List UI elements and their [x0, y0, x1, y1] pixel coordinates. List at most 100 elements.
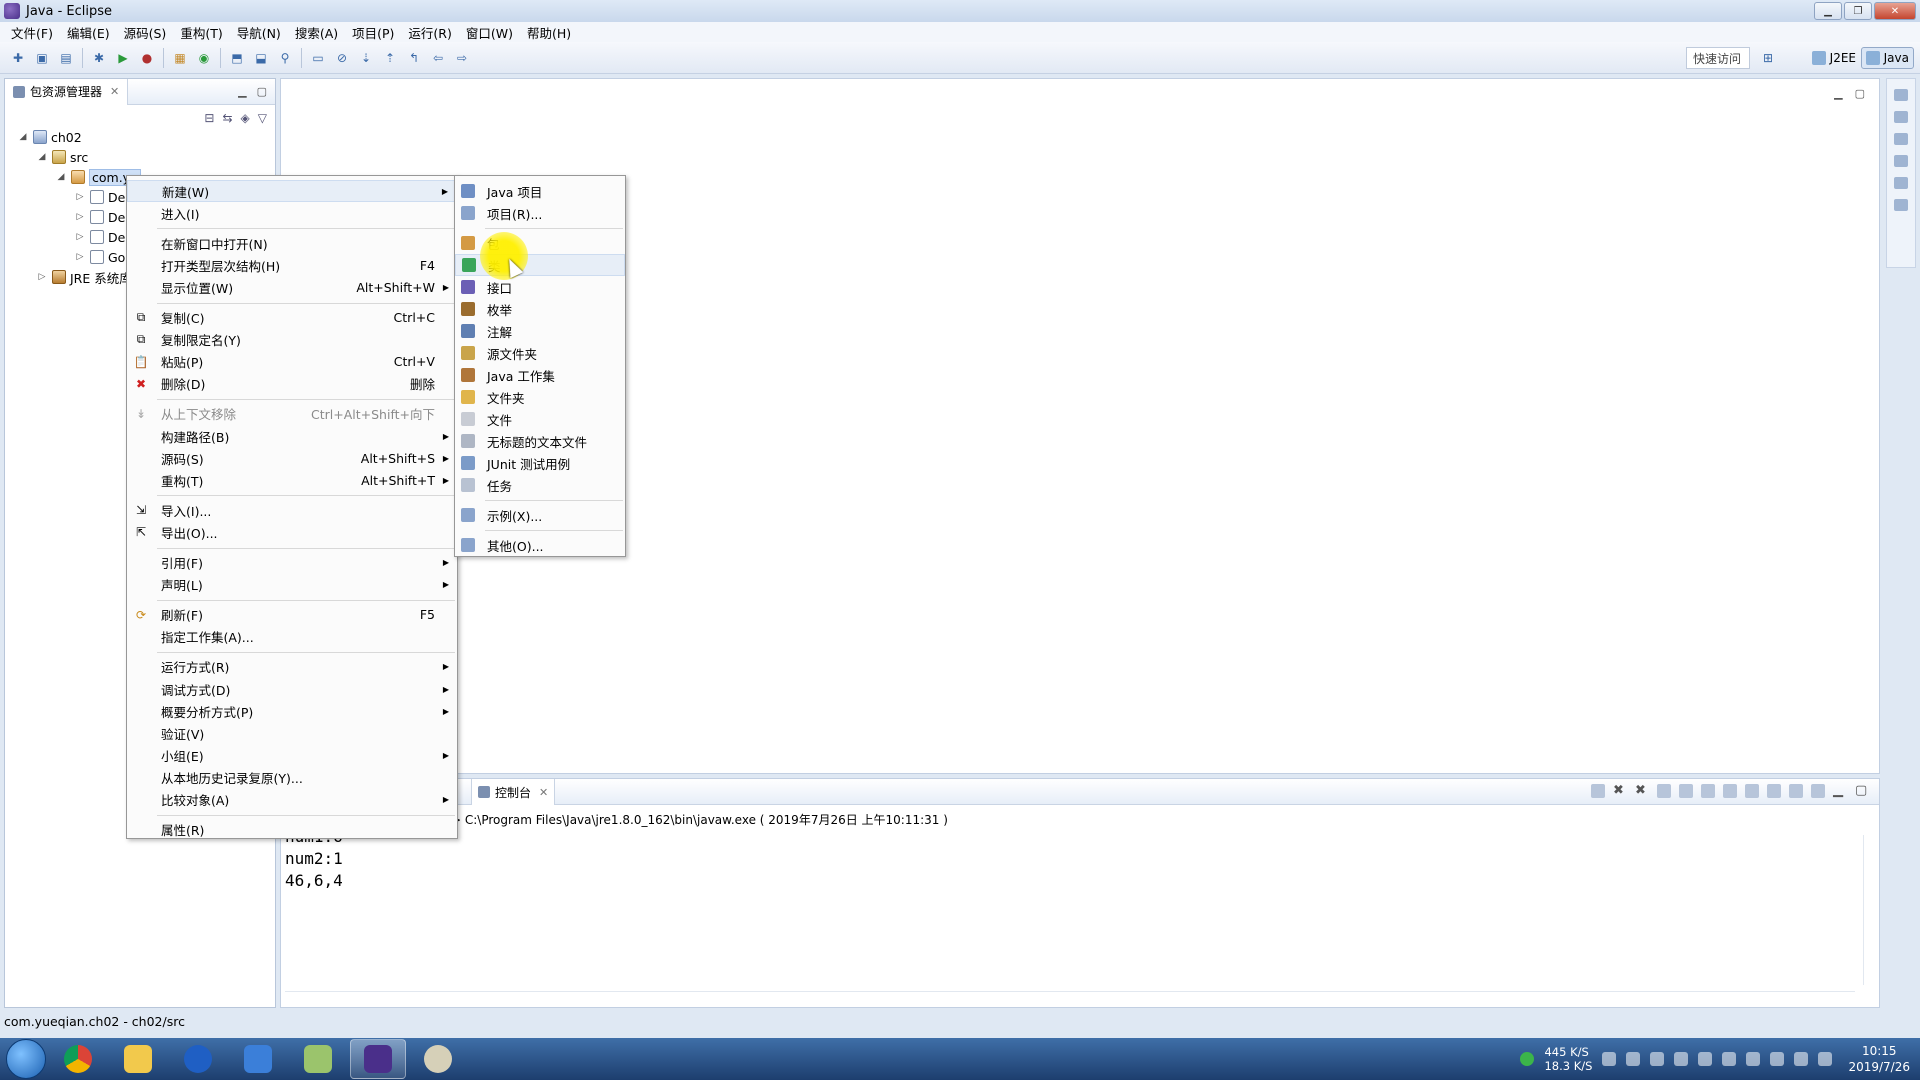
forward-icon[interactable]: ⇨	[453, 49, 471, 67]
toggle-view-icon[interactable]: ▭	[309, 49, 327, 67]
menu-item[interactable]: 类	[455, 254, 625, 276]
wps-taskbar-button[interactable]	[230, 1039, 286, 1079]
external-tools-icon[interactable]: ●	[138, 49, 156, 67]
perspective-j2ee[interactable]: J2EE	[1808, 47, 1860, 69]
expand-arrow-icon[interactable]: ▷	[74, 252, 86, 262]
close-icon[interactable]: ✕	[539, 786, 548, 799]
hierarchy-icon[interactable]	[1894, 199, 1908, 211]
menu-item[interactable]: Java 工作集	[455, 364, 625, 386]
menu-item[interactable]: ⧉ 复制(C) Ctrl+C	[127, 307, 457, 329]
u-app-taskbar-button[interactable]	[170, 1039, 226, 1079]
outline-icon[interactable]	[1894, 111, 1908, 123]
menu-item[interactable]: 枚举	[455, 298, 625, 320]
display-console-icon[interactable]	[1789, 784, 1803, 798]
horizontal-scrollbar[interactable]	[285, 991, 1855, 1003]
tray-icon[interactable]	[1602, 1052, 1617, 1066]
close-button[interactable]: ✕	[1874, 2, 1916, 20]
clear-console-icon[interactable]	[1657, 784, 1671, 798]
menu-item[interactable]: 显示位置(W) Alt+Shift+W ▶	[127, 276, 457, 298]
eclipse-taskbar-button[interactable]	[350, 1039, 406, 1079]
close-icon[interactable]: ✕	[110, 85, 119, 98]
editor-taskbar-button[interactable]	[290, 1039, 346, 1079]
remove-launch-icon[interactable]: ✖	[1613, 784, 1627, 798]
restore-icon[interactable]	[1894, 133, 1908, 145]
new-icon[interactable]: ✚	[9, 49, 27, 67]
expand-arrow-icon[interactable]: ▷	[74, 192, 86, 202]
menu-item[interactable]: 引用(F) ▶	[127, 552, 457, 574]
expand-arrow-icon[interactable]: ▷	[74, 232, 86, 242]
restore-button[interactable]: ❐	[1844, 2, 1872, 20]
explorer-taskbar-button[interactable]	[110, 1039, 166, 1079]
network-icon[interactable]	[1770, 1052, 1785, 1066]
show-on-output-icon[interactable]	[1723, 784, 1737, 798]
menu-item[interactable]: ⇲ 导入(I)...	[127, 499, 457, 521]
start-button[interactable]	[6, 1039, 46, 1079]
menu-item[interactable]: 调试方式(D) ▶	[127, 678, 457, 700]
menu-item[interactable]: 新建(W) ▶	[127, 180, 457, 202]
collapse-arrow-icon[interactable]: ◢	[17, 132, 29, 142]
menu-item[interactable]: 属性(R)	[127, 819, 457, 841]
menu-item[interactable]: JUnit 测试用例	[455, 452, 625, 474]
menu-item[interactable]: 运行(R)	[401, 23, 458, 42]
pin-icon[interactable]: ⊘	[333, 49, 351, 67]
menu-item[interactable]: 示例(X)...	[455, 504, 625, 526]
menu-item[interactable]: ✖ 删除(D) 删除	[127, 373, 457, 395]
chrome-taskbar-button[interactable]	[50, 1039, 106, 1079]
back-icon[interactable]: ⇦	[429, 49, 447, 67]
save-icon[interactable]: ▣	[33, 49, 51, 67]
menu-item[interactable]: 搜索(A)	[288, 23, 345, 42]
open-console-icon[interactable]	[1811, 784, 1825, 798]
remove-all-icon[interactable]: ✖	[1635, 784, 1649, 798]
pin-console-icon[interactable]	[1767, 784, 1781, 798]
menu-item[interactable]: 编辑(E)	[60, 23, 117, 42]
menu-item[interactable]: 任务	[455, 474, 625, 496]
menu-item[interactable]: 项目(R)...	[455, 202, 625, 224]
tree-item[interactable]: ◢ ch02	[5, 127, 275, 147]
menu-item[interactable]: 在新窗口中打开(N)	[127, 232, 457, 254]
menu-item[interactable]: 文件(F)	[4, 23, 60, 42]
menu-item[interactable]: 概要分析方式(P) ▶	[127, 700, 457, 722]
maximize-editor-icon[interactable]: ▢	[1855, 87, 1865, 100]
menu-item[interactable]: 从本地历史记录复原(Y)...	[127, 766, 457, 788]
maximize-view-icon[interactable]: ▢	[1855, 784, 1869, 798]
debug-icon[interactable]: ✱	[90, 49, 108, 67]
menu-item[interactable]: 帮助(H)	[520, 23, 578, 42]
view-menu-icon[interactable]: ▽	[258, 111, 267, 125]
next-annotation-icon[interactable]: ⇣	[357, 49, 375, 67]
terminate-icon[interactable]	[1591, 784, 1605, 798]
open-folder-icon[interactable]: ⬓	[252, 49, 270, 67]
menu-item[interactable]: 注解	[455, 320, 625, 342]
scroll-lock-icon[interactable]	[1679, 784, 1693, 798]
link-editor-icon[interactable]: ⇆	[222, 111, 232, 125]
collapse-arrow-icon[interactable]: ◢	[55, 172, 67, 182]
open-perspective-icon[interactable]: ⊞	[1759, 49, 1777, 67]
paint-taskbar-button[interactable]	[410, 1039, 466, 1079]
save-all-icon[interactable]: ▤	[57, 49, 75, 67]
search-icon[interactable]: ⚲	[276, 49, 294, 67]
vertical-scrollbar[interactable]	[1863, 835, 1875, 985]
menu-item[interactable]: 无标题的文本文件	[455, 430, 625, 452]
tab-console[interactable]: 控制台 ✕	[471, 779, 556, 805]
last-edit-icon[interactable]: ↰	[405, 49, 423, 67]
menu-item[interactable]: 运行方式(R) ▶	[127, 656, 457, 678]
run-icon[interactable]: ▶	[114, 49, 132, 67]
menu-item[interactable]: 比较对象(A) ▶	[127, 789, 457, 811]
menu-item[interactable]: 接口	[455, 276, 625, 298]
restore-icon[interactable]	[1894, 177, 1908, 189]
menu-item[interactable]: 重构(T) Alt+Shift+T ▶	[127, 469, 457, 491]
menu-item[interactable]: 重构(T)	[173, 23, 229, 42]
sogou-icon[interactable]	[1520, 1052, 1535, 1066]
new-java-class-icon[interactable]: ◉	[195, 49, 213, 67]
perspective-java[interactable]: Java	[1860, 47, 1914, 69]
minimize-view-icon[interactable]: ▁	[1833, 784, 1847, 798]
collapse-all-icon[interactable]: ⊟	[204, 111, 214, 125]
menu-item[interactable]: 进入(I)	[127, 202, 457, 224]
tray-icon[interactable]	[1722, 1052, 1737, 1066]
menu-item[interactable]: 源文件夹	[455, 342, 625, 364]
menu-item[interactable]: 声明(L) ▶	[127, 574, 457, 596]
volume-icon[interactable]	[1794, 1052, 1809, 1066]
menu-item[interactable]: 源码(S)	[117, 23, 174, 42]
menu-item[interactable]: ⟳ 刷新(F) F5	[127, 604, 457, 626]
menu-item[interactable]: 项目(P)	[345, 23, 401, 42]
prev-annotation-icon[interactable]: ⇡	[381, 49, 399, 67]
